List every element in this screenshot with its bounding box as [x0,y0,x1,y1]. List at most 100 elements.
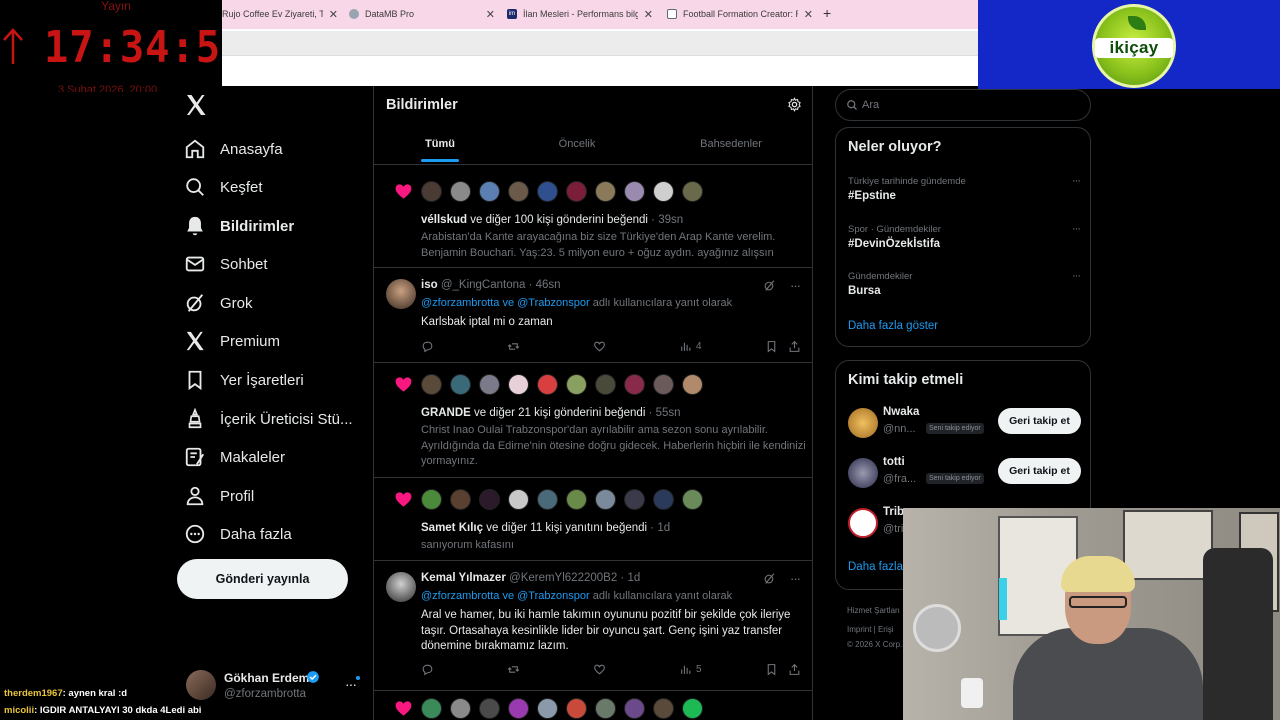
grok-icon[interactable] [763,279,776,292]
bookmark-button[interactable] [765,663,778,676]
address-bar[interactable] [222,31,978,56]
nav-explore[interactable]: Keşfet [184,171,263,203]
nav-creator-studio[interactable]: İçerik Üreticisi Stü... [184,403,353,435]
avatar[interactable] [848,458,878,488]
avatar[interactable] [624,181,645,202]
new-tab-button[interactable]: + [823,5,831,21]
browser-tab[interactable]: Football Formation Creator: Re... ✕ [667,3,813,25]
reply-notification[interactable]: Kemal Yılmazer @KeremYl622200B2 · 1d ···… [374,561,812,691]
nav-profile[interactable]: Profil [184,480,254,512]
x-logo-icon[interactable] [184,93,208,117]
share-button[interactable] [788,663,801,676]
nav-grok[interactable]: Grok [184,287,253,319]
avatar[interactable] [537,181,558,202]
nav-messages[interactable]: Sohbet [184,248,268,280]
like-notification[interactable]: véllskud ve diğer 100 kişi gönderini beğ… [374,170,812,268]
nav-more[interactable]: Daha fazla [184,518,292,550]
avatar[interactable] [450,374,471,395]
more-icon[interactable]: ··· [790,571,801,586]
avatar[interactable] [479,489,500,510]
follow-back-button[interactable]: Geri takip et [998,458,1081,484]
nav-notifications[interactable]: Bildirimler [184,210,294,242]
avatar[interactable] [450,181,471,202]
mention-links[interactable]: @zforzambrotta ve @Trabzonspor [421,297,590,309]
reply-button[interactable] [421,663,434,676]
avatar[interactable] [508,181,529,202]
close-tab-icon[interactable]: ✕ [804,8,813,21]
user-name[interactable]: iso [421,279,438,291]
browser-tab[interactable]: im İlan Mesleri - Performans bilgileri ✕ [507,3,653,25]
avatar[interactable] [595,374,616,395]
avatar[interactable] [508,698,529,719]
avatar[interactable] [682,181,703,202]
more-icon[interactable]: ··· [1072,175,1081,187]
avatar[interactable] [566,489,587,510]
show-more-link[interactable]: Daha fazla göster [848,320,938,332]
search-input[interactable] [862,97,1062,113]
avatar[interactable] [682,698,703,719]
tab-mentions[interactable]: Bahsedenler [684,138,778,150]
avatar[interactable] [595,489,616,510]
avatar[interactable] [566,181,587,202]
more-icon[interactable]: ··· [1072,270,1081,282]
follow-back-button[interactable]: Geri takip et [998,408,1081,434]
nav-articles[interactable]: Makaleler [184,441,285,473]
avatar[interactable] [537,374,558,395]
trend-item[interactable]: Spor · Gündemdekiler #DevinÖzekİstifa ··… [848,223,1081,250]
browser-tab[interactable]: Rujo Coffee Ev Ziyareti, Trabzo... ✕ [222,3,338,25]
avatar[interactable] [653,374,674,395]
avatar[interactable] [682,489,703,510]
avatar[interactable] [508,489,529,510]
user-name[interactable]: GRANDE [421,407,471,419]
avatar[interactable] [421,698,442,719]
follow-suggestion[interactable]: totti @fra... Seni takip ediyor Geri tak… [848,456,1081,490]
avatar[interactable] [421,374,442,395]
avatar[interactable] [450,489,471,510]
avatar[interactable] [450,698,471,719]
more-icon[interactable]: ··· [1072,223,1081,235]
share-button[interactable] [788,340,801,353]
search-box[interactable] [835,89,1091,121]
more-icon[interactable]: ··· [345,676,357,692]
user-name[interactable]: Kemal Yılmazer [421,572,506,584]
avatar[interactable] [566,374,587,395]
avatar[interactable] [386,279,416,309]
avatar[interactable] [479,374,500,395]
repost-button[interactable] [507,340,520,353]
close-tab-icon[interactable]: ✕ [486,8,495,21]
close-tab-icon[interactable]: ✕ [329,8,338,21]
follow-suggestion[interactable]: Nwaka @nn... Seni takip ediyor Geri taki… [848,406,1081,440]
gear-icon[interactable] [787,97,802,112]
reply-button[interactable] [421,340,434,353]
avatar[interactable] [848,408,878,438]
avatar[interactable] [508,374,529,395]
nav-premium[interactable]: Premium [184,325,280,357]
account-switcher[interactable]: Gökhan Erdem @zforzambrotta ··· [186,668,364,706]
show-more-link[interactable]: Daha fazla [848,561,903,573]
avatar[interactable] [479,181,500,202]
mention-links[interactable]: @zforzambrotta ve @Trabzonspor [421,590,590,602]
trend-item[interactable]: Gündemdekiler Bursa ··· [848,270,1081,297]
grok-icon[interactable] [763,572,776,585]
bookmark-button[interactable] [765,340,778,353]
avatar[interactable] [595,181,616,202]
nav-home[interactable]: Anasayfa [184,133,283,165]
avatar[interactable] [848,508,878,538]
reply-notification[interactable]: iso @_KingCantona · 46sn ··· @zforzambro… [374,268,812,363]
avatar[interactable] [421,181,442,202]
avatar[interactable] [653,698,674,719]
nav-bookmarks[interactable]: Yer İşaretleri [184,364,304,396]
avatar[interactable] [682,374,703,395]
repost-button[interactable] [507,663,520,676]
avatar[interactable] [624,489,645,510]
avatar[interactable] [537,489,558,510]
tab-all[interactable]: Tümü [404,138,476,150]
views-button[interactable]: 5 [679,663,702,676]
more-icon[interactable]: ··· [790,278,801,293]
avatar[interactable] [479,698,500,719]
views-button[interactable]: 4 [679,340,702,353]
footer-terms-link[interactable]: Hizmet Şartları [847,606,900,615]
avatar[interactable] [653,489,674,510]
trend-item[interactable]: Türkiye tarihinde gündemde #Epstine ··· [848,175,1081,202]
avatar[interactable] [624,374,645,395]
